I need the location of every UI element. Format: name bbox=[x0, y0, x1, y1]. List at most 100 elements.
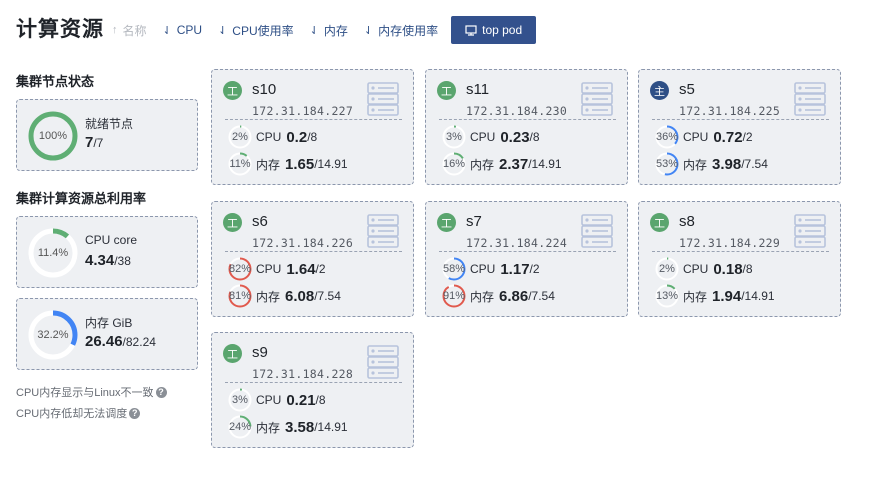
cpu-usage-row: 58% CPU 1.17/2 bbox=[442, 257, 540, 281]
node-divider bbox=[225, 119, 402, 120]
memory-usage-row: 24% 内存 3.58/14.91 bbox=[228, 415, 348, 439]
usage-percent: 82% bbox=[228, 263, 252, 275]
ready-nodes-value: 7/7 bbox=[85, 134, 103, 151]
resource-total: /8 bbox=[315, 393, 326, 407]
usage-percent: 13% bbox=[655, 290, 679, 302]
usage-ring: 36% bbox=[655, 125, 679, 149]
node-card-s6[interactable]: 工 s6 172.31.184.226 82% CPU 1.64/2 81% 内存 6.08/7… bbox=[211, 201, 414, 317]
page-title: 计算资源 bbox=[16, 18, 104, 41]
cluster-usage-title: 集群计算资源总利用率 bbox=[16, 191, 147, 206]
resource-label: CPU bbox=[683, 130, 709, 144]
usage-ring: 81% bbox=[228, 284, 252, 308]
node-card-s10[interactable]: 工 s10 172.31.184.227 2% CPU 0.2/8 11% 内存 1.65/14… bbox=[211, 69, 414, 185]
node-name: s6 bbox=[252, 213, 268, 230]
resource-label: 内存 bbox=[256, 289, 281, 304]
usage-ring: 13% bbox=[655, 284, 679, 308]
memory-total: /82.24 bbox=[122, 335, 156, 349]
sort-label: 名称 bbox=[122, 23, 147, 38]
resource-label: CPU bbox=[256, 262, 282, 276]
resource-used: 3.98 bbox=[712, 155, 742, 173]
usage-ring: 82% bbox=[228, 257, 252, 281]
usage-percent: 91% bbox=[442, 290, 466, 302]
resource-used: 3.58 bbox=[285, 418, 315, 436]
usage-ring: 91% bbox=[442, 284, 466, 308]
node-card-s7[interactable]: 工 s7 172.31.184.224 58% CPU 1.17/2 91% 内存 6.86/7… bbox=[425, 201, 628, 317]
resource-used: 0.21 bbox=[286, 391, 316, 409]
ready-nodes-percent: 100% bbox=[38, 130, 68, 142]
sort-by-name[interactable]: ↑ 名称 bbox=[112, 22, 147, 39]
resource-used: 6.08 bbox=[285, 287, 315, 305]
usage-percent: 81% bbox=[228, 290, 252, 302]
memory-usage-row: 13% 内存 1.94/14.91 bbox=[655, 284, 775, 308]
memory-usage-row: 16% 内存 2.37/14.91 bbox=[442, 152, 562, 176]
usage-ring: 3% bbox=[442, 125, 466, 149]
sort-arrow-icon: ↑ bbox=[112, 24, 118, 36]
worker-role-badge: 工 bbox=[223, 344, 242, 363]
resource-label: 内存 bbox=[683, 289, 708, 304]
sort-arrow-icon: ⇃ bbox=[162, 24, 172, 37]
cpu-usage-row: 2% CPU 0.2/8 bbox=[228, 125, 317, 149]
server-icon bbox=[581, 214, 613, 248]
cpu-total: /38 bbox=[114, 254, 131, 268]
cpu-usage-row: 2% CPU 0.18/8 bbox=[655, 257, 753, 281]
resource-label: 内存 bbox=[470, 289, 495, 304]
resource-total: /14.91 bbox=[314, 420, 348, 434]
worker-role-badge: 工 bbox=[650, 213, 669, 232]
memory-usage-percent: 32.2% bbox=[37, 329, 69, 341]
help-icon[interactable]: ? bbox=[155, 386, 167, 398]
resource-used: 0.23 bbox=[500, 128, 530, 146]
node-card-s5[interactable]: 主 s5 172.31.184.225 36% CPU 0.72/2 53% 内存 3.98/7… bbox=[638, 69, 841, 185]
node-divider bbox=[225, 251, 402, 252]
node-name: s11 bbox=[466, 81, 490, 98]
resource-used: 6.86 bbox=[499, 287, 529, 305]
resource-used: 1.17 bbox=[500, 260, 530, 278]
memory-usage-row: 91% 内存 6.86/7.54 bbox=[442, 284, 555, 308]
node-card-s11[interactable]: 工 s11 172.31.184.230 3% CPU 0.23/8 16% 内存 2.37/1… bbox=[425, 69, 628, 185]
resource-used: 2.37 bbox=[499, 155, 529, 173]
node-ip: 172.31.184.224 bbox=[466, 236, 568, 250]
sort-label: CPU bbox=[176, 23, 203, 37]
usage-ring: 24% bbox=[228, 415, 252, 439]
worker-role-badge: 工 bbox=[223, 213, 242, 232]
resource-total: /7.54 bbox=[314, 289, 341, 303]
cpu-usage-row: 36% CPU 0.72/2 bbox=[655, 125, 753, 149]
resource-used: 0.18 bbox=[713, 260, 743, 278]
node-ip: 172.31.184.228 bbox=[252, 367, 354, 381]
node-card-s9[interactable]: 工 s9 172.31.184.228 3% CPU 0.21/8 24% 内存 3.58/14… bbox=[211, 332, 414, 448]
node-divider bbox=[439, 119, 616, 120]
sort-bar: ↑ 名称 ⇃ CPU ⇃ CPU使用率 ⇃ 内存 ⇃ 内存使用率 top pod bbox=[112, 16, 537, 44]
note-cannot-schedule[interactable]: CPU内存低却无法调度? bbox=[16, 405, 141, 421]
node-name: s8 bbox=[679, 213, 695, 230]
cpu-usage-row: 3% CPU 0.23/8 bbox=[442, 125, 540, 149]
node-divider bbox=[225, 382, 402, 383]
master-role-badge: 主 bbox=[650, 81, 669, 100]
note-text: CPU内存低却无法调度 bbox=[16, 408, 128, 420]
help-icon[interactable]: ? bbox=[129, 407, 141, 419]
node-divider bbox=[652, 119, 829, 120]
cpu-used: 4.34 bbox=[85, 252, 115, 269]
sort-by-memory[interactable]: ⇃ 内存 bbox=[310, 22, 348, 39]
resource-label: CPU bbox=[683, 262, 709, 276]
resource-used: 1.64 bbox=[286, 260, 316, 278]
resource-total: /8 bbox=[742, 262, 753, 276]
resource-total: /8 bbox=[307, 130, 318, 144]
sort-by-cpu[interactable]: ⇃ CPU bbox=[163, 23, 203, 37]
node-card-s8[interactable]: 工 s8 172.31.184.229 2% CPU 0.18/8 13% 内存 1.94/14… bbox=[638, 201, 841, 317]
worker-role-badge: 工 bbox=[437, 81, 456, 100]
usage-percent: 16% bbox=[442, 158, 466, 170]
cpu-usage-row: 82% CPU 1.64/2 bbox=[228, 257, 326, 281]
cpu-usage-card: 11.4% CPU core 4.34/38 bbox=[16, 216, 198, 288]
server-icon bbox=[794, 82, 826, 116]
resource-total: /14.91 bbox=[741, 289, 775, 303]
node-divider bbox=[439, 251, 616, 252]
sort-by-cpu-usage[interactable]: ⇃ CPU使用率 bbox=[218, 22, 294, 39]
usage-percent: 36% bbox=[655, 131, 679, 143]
memory-usage-label: 内存 GiB bbox=[85, 316, 133, 330]
top-pod-button[interactable]: top pod bbox=[451, 16, 537, 44]
memory-usage-row: 53% 内存 3.98/7.54 bbox=[655, 152, 768, 176]
sort-by-memory-usage[interactable]: ⇃ 内存使用率 bbox=[364, 22, 438, 39]
note-cpu-mem-inconsistent[interactable]: CPU内存显示与Linux不一致? bbox=[16, 384, 167, 400]
node-ip: 172.31.184.230 bbox=[466, 104, 568, 118]
sort-arrow-icon: ⇃ bbox=[309, 24, 319, 37]
resource-used: 1.65 bbox=[285, 155, 315, 173]
